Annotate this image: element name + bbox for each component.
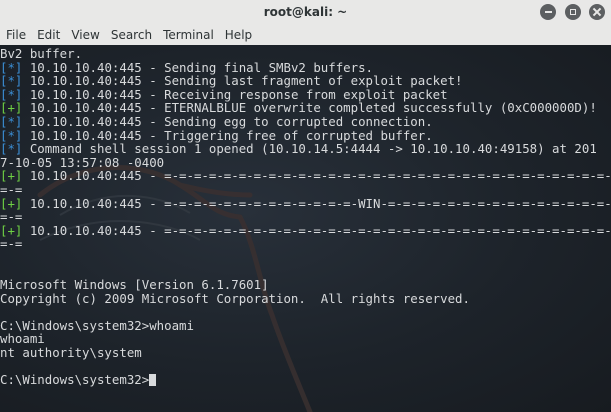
terminal-line: C:\Windows\system32>whoami [0,319,611,333]
terminal-line: [*] 10.10.10.40:445 - Sending egg to cor… [0,115,611,129]
terminal-line: [*] Command shell session 1 opened (10.1… [0,142,611,156]
window-title: root@kali: ~ [263,5,348,19]
line-text: nt authority\system [0,345,142,361]
line-text: 10.10.10.40:445 - =-=-=-=-=-=-=-=-=-=-=-… [22,168,611,184]
terminal-line: whoami [0,332,611,346]
terminal-line: [*] 10.10.10.40:445 - Sending final SMBv… [0,60,611,75]
menu-terminal[interactable]: Terminal [158,28,219,42]
terminal-line: =-= [0,237,611,251]
terminal-line: [+] 10.10.10.40:445 - =-=-=-=-=-=-=-=-=-… [0,222,611,238]
terminal-line: Copyright (c) 2009 Microsoft Corporation… [0,290,611,306]
shell-prompt: C:\Windows\system32> [0,372,150,388]
text-cursor [149,374,157,387]
terminal-line: [*] 10.10.10.40:445 - Sending last fragm… [0,74,611,88]
menu-edit[interactable]: Edit [32,28,65,42]
minimize-icon [544,11,552,13]
line-text: =-= [0,236,23,252]
line-text: Copyright (c) 2009 Microsoft Corporation… [0,290,470,306]
title-bar[interactable]: root@kali: ~ [0,0,611,25]
terminal-line: [*] 10.10.10.40:445 - Receiving response… [0,87,611,102]
minimize-button[interactable] [540,4,556,20]
terminal-line: Bv2 buffer. [0,47,611,61]
line-text: 10.10.10.40:445 - =-=-=-=-=-=-=-=-=-=-=-… [22,222,611,238]
terminal-line: [+] 10.10.10.40:445 - =-=-=-=-=-=-=-=-=-… [0,195,611,211]
maximize-button[interactable] [565,4,581,20]
menu-bar: File Edit View Search Terminal Help [0,24,611,46]
close-icon [593,8,601,16]
menu-help[interactable]: Help [220,28,257,42]
line-text: 10.10.10.40:445 - =-=-=-=-=-=-=-=-=-=-=-… [22,195,611,211]
close-button[interactable] [589,4,605,20]
terminal-line: [+] 10.10.10.40:445 - =-=-=-=-=-=-=-=-=-… [0,169,611,183]
terminal-line: =-= [0,210,611,224]
menu-search[interactable]: Search [106,28,157,42]
terminal-line: C:\Windows\system32> [0,373,611,387]
terminal-line: 7-10-05 13:57:08 -0400 [0,155,611,170]
terminal-line: Microsoft Windows [Version 6.1.7601] [0,278,611,292]
terminal-line: nt authority\system [0,346,611,360]
menu-view[interactable]: View [66,28,104,42]
menu-file[interactable]: File [1,28,31,42]
maximize-icon [570,9,576,15]
terminal-line: =-= [0,183,611,197]
terminal-output[interactable]: Bv2 buffer. [*] 10.10.10.40:445 - Sending… [0,45,611,412]
terminal-line: [*] 10.10.10.40:445 - Triggering free of… [0,128,611,143]
terminal-line: [+] 10.10.10.40:445 - ETERNALBLUE overwr… [0,101,611,115]
terminal-lines: Bv2 buffer. [*] 10.10.10.40:445 - Sending… [0,47,611,387]
terminal-window: root@kali: ~ File Edit View Search Termi… [0,0,611,412]
